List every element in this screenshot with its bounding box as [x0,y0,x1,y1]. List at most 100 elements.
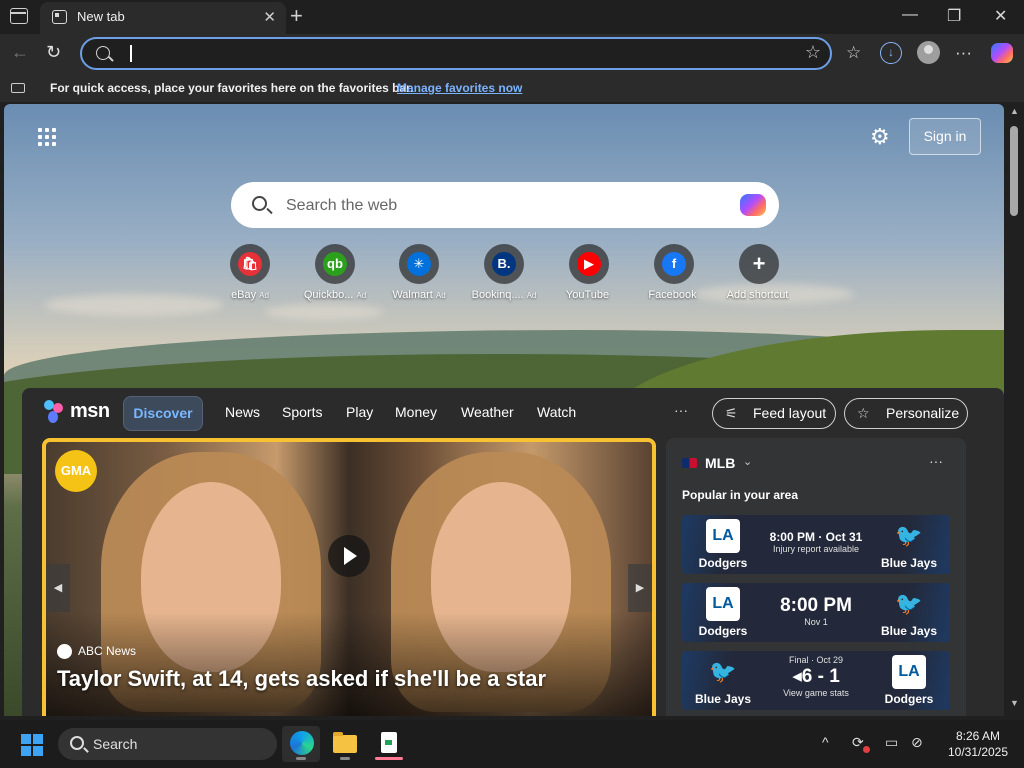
tab-news[interactable]: News [225,404,260,420]
game-info: 8:00 PM Nov 1 [780,595,852,627]
hero-headline[interactable]: Taylor Swift, at 14, gets asked if she'l… [57,666,546,692]
refresh-button[interactable]: ↻ [46,42,61,63]
profile-avatar[interactable] [917,41,940,64]
page-settings-icon[interactable]: ⚙ [870,124,890,150]
tab-discover[interactable]: Discover [123,396,203,431]
personalize-label: Personalize [886,405,960,421]
apps-launcher-icon[interactable] [38,128,58,148]
tray-chevron-icon[interactable]: ^ [822,734,829,750]
text-caret [130,45,132,62]
maximize-button[interactable]: ❐ [947,6,961,26]
feed-more-icon[interactable]: ··· [674,402,688,418]
download-icon[interactable]: ↓ [880,42,902,64]
game-row[interactable]: LA Dodgers 8:00 PM · Oct 31 Injury report a… [682,515,950,574]
favorites-bar-message: For quick access, place your favorites h… [50,81,414,95]
hero-news-card[interactable]: GMA ◀ ▶ ABC News Taylor Swift, at 14, ge… [42,438,656,716]
sliders-icon: ⚟ [725,405,738,421]
team-logo-icon: LA [706,587,740,621]
web-search-box[interactable]: Search the web [231,182,779,228]
back-button[interactable]: ← [11,42,29,63]
folder-icon [333,732,357,753]
close-window-button[interactable]: ✕ [994,6,1007,26]
shortcut-tile[interactable]: ✳ Walmart Ad [377,244,461,301]
personalize-button[interactable]: ☆ Personalize [844,398,968,429]
taskbar-edge[interactable] [282,726,320,762]
team-name: Blue Jays [880,624,938,638]
shortcut-tile[interactable]: B. Bookinq.... Ad [462,244,546,301]
shortcut-icon-circle: f [654,244,694,284]
previous-slide-button[interactable]: ◀ [46,564,70,612]
search-icon [252,196,267,211]
game-row[interactable]: 🐦 Blue Jays Final · Oct 29 ◂6 - 1 View game … [682,651,950,710]
shortcut-tile[interactable]: 🛍 eBay Ad [208,244,292,301]
mlb-subtitle: Popular in your area [682,488,799,502]
tab-play[interactable]: Play [346,404,373,420]
tab-close-icon[interactable]: ✕ [263,8,276,26]
shortcut-label: Add shortcut [726,289,789,301]
monitor-icon[interactable]: ▭ [885,734,898,751]
mlb-more-icon[interactable]: ··· [929,453,943,469]
more-menu-icon[interactable]: ··· [955,43,972,63]
sign-in-button[interactable]: Sign in [909,118,981,155]
msn-brand: msn [70,400,110,422]
new-tab-page-icon [52,10,67,24]
taskbar-app[interactable] [370,726,408,762]
minimize-button[interactable]: — [902,6,918,24]
chevron-down-icon[interactable]: ⌄ [743,455,752,468]
scroll-up-arrow-icon[interactable]: ▲ [1010,106,1019,116]
mlb-logo-icon [682,458,697,468]
game-row[interactable]: LA Dodgers 8:00 PM Nov 1 🐦 Blue Jays [682,583,950,642]
team-logo-icon: 🐦 [709,659,737,684]
taskbar-search-label: Search [93,736,138,752]
copilot-icon[interactable] [991,43,1013,63]
team-right: 🐦 Blue Jays [874,515,944,570]
update-icon[interactable]: ⟳ [852,734,864,751]
scroll-thumb[interactable] [1010,126,1018,216]
tab-title: New tab [77,9,125,24]
scroll-down-arrow-icon[interactable]: ▼ [1010,698,1019,708]
network-offline-icon[interactable]: ⊘ [911,734,923,751]
shortcut-site-icon: + [752,251,766,276]
taskbar-file-explorer[interactable] [326,726,364,762]
sidebar-toggle-icon[interactable] [10,8,28,24]
next-slide-button[interactable]: ▶ [628,564,652,612]
copilot-icon[interactable] [740,194,766,216]
tab-sports[interactable]: Sports [282,404,322,420]
search-placeholder: Search the web [286,197,398,214]
team-left: LA Dodgers [688,515,758,570]
shortcut-icon-circle: qb [315,244,355,284]
start-button[interactable] [21,734,43,756]
shortcut-site-icon: ▶ [577,252,601,276]
feed-layout-label: Feed layout [753,405,827,421]
shortcut-site-icon: 🛍 [238,252,262,276]
title-bar: New tab ✕ + — ❐ ✕ [0,0,1024,34]
search-icon [70,736,84,750]
shortcut-label: Facebook [648,289,697,301]
edge-icon [290,731,314,755]
team-name: Dodgers [884,692,934,706]
tab-money[interactable]: Money [395,404,437,420]
team-name: Dodgers [698,556,748,570]
shortcut-add[interactable]: + Add shortcut [717,244,801,301]
shortcut-site-icon: B. [492,252,516,276]
team-left: 🐦 Blue Jays [688,651,758,706]
favorites-icon[interactable]: ☆ [846,43,861,63]
taskbar: Search ^ ⟳ ▭ ⊘ 8:26 AM 10/31/2025 [0,720,1024,768]
system-clock[interactable]: 8:26 AM 10/31/2025 [938,728,1018,760]
feed-layout-button[interactable]: ⚟ Feed layout [712,398,836,429]
address-bar[interactable]: ☆ [80,37,832,70]
new-tab-button[interactable]: + [290,3,303,29]
msn-logo[interactable]: msn [44,400,116,428]
tab-watch[interactable]: Watch [537,404,576,420]
shortcut-tile[interactable]: ▶ YouTube [547,244,631,301]
shortcut-tile[interactable]: qb Quickbo... Ad [293,244,377,301]
team-name: Blue Jays [694,692,752,706]
tab-new-tab[interactable]: New tab ✕ [40,2,286,34]
taskbar-search[interactable]: Search [58,728,277,760]
tab-weather[interactable]: Weather [461,404,514,420]
mlb-title[interactable]: MLB [705,455,735,471]
play-video-button[interactable] [328,535,370,577]
shortcut-tile[interactable]: f Facebook [632,244,716,301]
manage-favorites-link[interactable]: Manage favorites now [397,81,522,95]
favorite-star-icon[interactable]: ☆ [805,42,821,63]
